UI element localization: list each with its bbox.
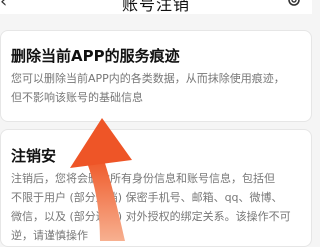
description-line: 您可以删除当前APP内的各类数据，从而抹除使用痕迹， [11, 72, 285, 85]
card-description: 您可以删除当前APP内的各类数据，从而抹除使用痕迹， 但不影响该账号的基础信息 [11, 69, 301, 107]
gear-icon[interactable] [286, 0, 302, 8]
description-line: 注销后，您将会删除所有身份信息和账号信息，包括但 [11, 172, 275, 185]
description-line: 不限于用户 (部分遮挡) 保密手机号、邮箱、qq、微博、 [11, 191, 283, 204]
page-title: 账号注销 [121, 0, 190, 14]
description-line: 但不影响该账号的基础信息 [11, 91, 143, 104]
card-title: 注销安 [11, 147, 57, 165]
description-line: 逆，请谨慎操作 [11, 229, 88, 242]
top-bar: ‹ 账号注销 [0, 0, 312, 14]
card-description: 注销后，您将会删除所有身份信息和账号信息，包括但 不限于用户 (部分遮挡) 保密… [11, 169, 301, 245]
description-line: 微信，以及 (部分遮挡) 对外授权的绑定关系。该操作不可 [11, 210, 291, 223]
delete-app-traces-card[interactable]: 删除当前APP的服务痕迹 您可以删除当前APP内的各类数据，从而抹除使用痕迹， … [0, 30, 312, 122]
card-title: 删除当前APP的服务痕迹 [11, 47, 180, 65]
cancel-account-card[interactable]: 注销安 注销后，您将会删除所有身份信息和账号信息，包括但 不限于用户 (部分遮挡… [0, 129, 312, 247]
